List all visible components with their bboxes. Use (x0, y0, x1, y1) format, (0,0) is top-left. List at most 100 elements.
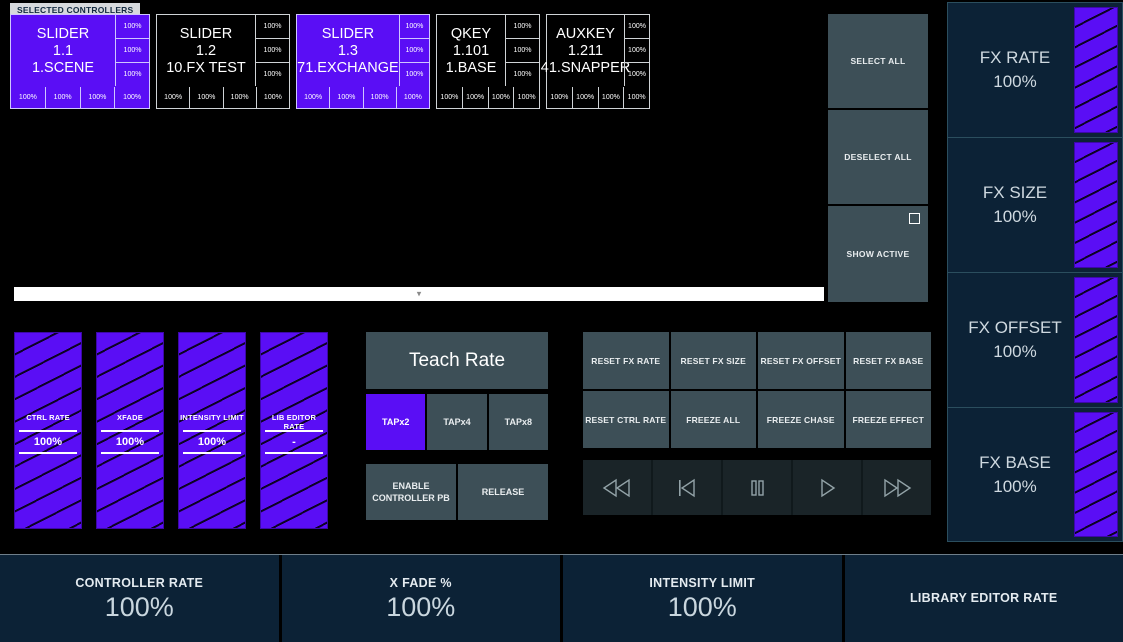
controller-bottom-value: 100% (304, 94, 323, 101)
controller-card-info: SLIDER 1.1 1.SCENE (11, 15, 115, 86)
fx-cell-fx-offset[interactable]: FX OFFSET 100% (947, 272, 1123, 407)
controller-address: 1.101 (452, 42, 490, 59)
button-reset-fx-base[interactable]: RESET FX BASE (845, 332, 931, 389)
button-freeze-all[interactable]: FREEZE ALL (670, 391, 756, 448)
controller-card[interactable]: SLIDER 1.2 10.FX TEST 100% 100% 100% 100% 100% 1… (156, 14, 290, 109)
fader-xfade[interactable]: XFADE 100% (96, 332, 164, 529)
controller-card-info: AUXKEY 1.211 41.SNAPPER (541, 15, 630, 86)
button-freeze-chase[interactable]: FREEZE CHASE (758, 391, 844, 448)
status-cell-library-editor-rate[interactable]: LIBRARY EDITOR RATE (844, 555, 1123, 642)
controller-side-values: 100% 100% 100% (115, 15, 149, 86)
fast-forward-button[interactable] (863, 460, 931, 515)
status-cell-label: X FADE % (389, 575, 452, 590)
selection-button-label: SELECT ALL (850, 56, 906, 66)
controller-card[interactable]: QKEY 1.101 1.BASE 100% 100% 100% 100% 100% 100% 1… (436, 14, 540, 109)
controller-side-values: 100% 100% 100% (624, 15, 649, 86)
controller-target: 41.SNAPPER (540, 59, 631, 76)
button-reset-fx-rate[interactable]: RESET FX RATE (583, 332, 669, 389)
tap-button-tapx2[interactable]: TAPx2 (366, 394, 426, 450)
controller-bottom-value: 100% (329, 87, 362, 108)
pause-icon (747, 478, 767, 498)
fader-ctrl-rate[interactable]: CTRL RATE 100% (14, 332, 82, 529)
controller-side-value: 100% (399, 15, 429, 39)
controller-bottom-value: 100% (189, 87, 222, 108)
fx-slider-stripe-pattern (1075, 278, 1117, 402)
fx-cell-slider[interactable] (1074, 7, 1118, 133)
status-bottom-bar: CONTROLLER RATE 100% X FADE % 100% INTENSITY… (0, 554, 1123, 642)
controller-bottom-value: 100% (79, 87, 115, 108)
teach-rate-button[interactable]: Teach Rate (366, 332, 548, 389)
button-reset-fx-size[interactable]: RESET FX SIZE (670, 332, 756, 389)
controller-card-main: SLIDER 1.2 10.FX TEST 100% 100% 100% (157, 15, 289, 86)
selection-button-label: SHOW ACTIVE (846, 249, 910, 259)
controller-bottom-value: 100% (571, 87, 598, 108)
status-cell-intensity-limit[interactable]: INTENSITY LIMIT 100% (563, 555, 842, 642)
controller-card[interactable]: AUXKEY 1.211 41.SNAPPER 100% 100% 100% 100% 100… (541, 14, 650, 109)
button-freeze-effect[interactable]: FREEZE EFFECT (845, 391, 931, 448)
selection-button-select-all[interactable]: SELECT ALL (828, 14, 928, 110)
controller-card-info: SLIDER 1.2 10.FX TEST (157, 15, 255, 86)
controller-side-value: 100% (625, 39, 649, 63)
fx-cell-slider[interactable] (1074, 277, 1118, 403)
fx-cell-fx-rate[interactable]: FX RATE 100% (947, 2, 1123, 137)
status-cell-x-fade[interactable]: X FADE % 100% (281, 555, 560, 642)
controller-bottom-value: 100% (597, 87, 624, 108)
controller-card-info: QKEY 1.101 1.BASE (437, 15, 505, 86)
controller-side-value: 100% (513, 71, 532, 78)
fx-cell-fx-base[interactable]: FX BASE 100% (947, 407, 1123, 542)
chevron-down-icon[interactable]: ▾ (417, 289, 422, 299)
transport-bar (583, 460, 931, 515)
selection-button-label: DESELECT ALL (844, 152, 912, 162)
controller-side-value: 100% (123, 71, 142, 78)
button-reset-fx-offset[interactable]: RESET FX OFFSET (758, 332, 844, 389)
show-active-checkbox[interactable] (909, 213, 920, 224)
horizontal-scrollbar[interactable]: ▾ (14, 287, 824, 301)
status-cell-label: INTENSITY LIMIT (649, 575, 756, 590)
fx-cell-name: FX OFFSET (968, 318, 1062, 337)
controller-side-values: 100% 100% 100% (398, 15, 429, 86)
reset-row-1: RESET FX RATE RESET FX SIZE RESET FX OFFSE… (583, 332, 931, 389)
tap-multiplier-row: TAPx2 TAPx4 TAPx8 (366, 394, 548, 450)
controller-card-main: SLIDER 1.3 71.EXCHANGE 100% 100% 100% (297, 15, 429, 86)
previous-button[interactable] (653, 460, 721, 515)
controller-card[interactable]: SLIDER 1.3 71.EXCHANGE 100% 100% 100% 100% 100%… (296, 14, 430, 109)
fx-cell-slider[interactable] (1074, 142, 1118, 268)
controller-side-value: 100% (506, 39, 539, 63)
controller-side-value: 100% (405, 71, 424, 78)
fader-value: 100% (19, 430, 77, 454)
horizontal-scrollbar-area: ▾ (14, 287, 824, 301)
controller-bottom-value: 100% (164, 94, 183, 101)
fx-cell-fx-size[interactable]: FX SIZE 100% (947, 137, 1123, 272)
play-button[interactable] (793, 460, 861, 515)
status-cell-controller-rate[interactable]: CONTROLLER RATE 100% (0, 555, 279, 642)
tap-button-tapx4[interactable]: TAPx4 (427, 394, 487, 450)
controller-address: 1.1 (52, 42, 74, 59)
fx-cell-name: FX RATE (979, 48, 1051, 67)
controller-side-value: 100% (628, 71, 646, 78)
controller-bottom-value: 100% (461, 87, 488, 108)
tap-button-tapx8[interactable]: TAPx8 (488, 394, 548, 450)
release-button[interactable]: RELEASE (458, 464, 548, 520)
controller-type: SLIDER (179, 25, 233, 42)
selection-button-show-active[interactable]: SHOW ACTIVE (828, 206, 928, 302)
controller-card[interactable]: SLIDER 1.1 1.SCENE 100% 100% 100% 100% 100% 100%… (10, 14, 150, 109)
enable-controller-pb-button[interactable]: ENABLE CONTROLLER PB (366, 464, 456, 520)
controller-bottom-values: 100% 100% 100% 100% (297, 86, 429, 108)
fx-cell-slider[interactable] (1074, 412, 1118, 537)
rewind-button[interactable] (583, 460, 651, 515)
controller-card-main: SLIDER 1.1 1.SCENE 100% 100% 100% (11, 15, 149, 86)
pause-button[interactable] (723, 460, 791, 515)
controller-bottom-value: 100% (44, 87, 80, 108)
button-reset-ctrl-rate[interactable]: RESET CTRL RATE (583, 391, 669, 448)
selection-button-deselect-all[interactable]: DESELECT ALL (828, 110, 928, 206)
fader-lib-editor-rate[interactable]: LIB EDITOR RATE - (260, 332, 328, 529)
controller-card-info: SLIDER 1.3 71.EXCHANGE (297, 15, 399, 86)
controller-card-list: SLIDER 1.1 1.SCENE 100% 100% 100% 100% 100% 100%… (10, 14, 650, 109)
controller-bottom-value: 100% (623, 87, 649, 108)
controller-side-value: 100% (506, 15, 539, 39)
fader-label: CTRL RATE (26, 413, 70, 422)
controller-bottom-values: 100% 100% 100% 100% (547, 86, 649, 108)
fader-intensity-limit[interactable]: INTENSITY LIMIT 100% (178, 332, 246, 529)
controller-target: 71.EXCHANGE (297, 59, 399, 76)
controller-bottom-value: 100% (255, 87, 289, 108)
